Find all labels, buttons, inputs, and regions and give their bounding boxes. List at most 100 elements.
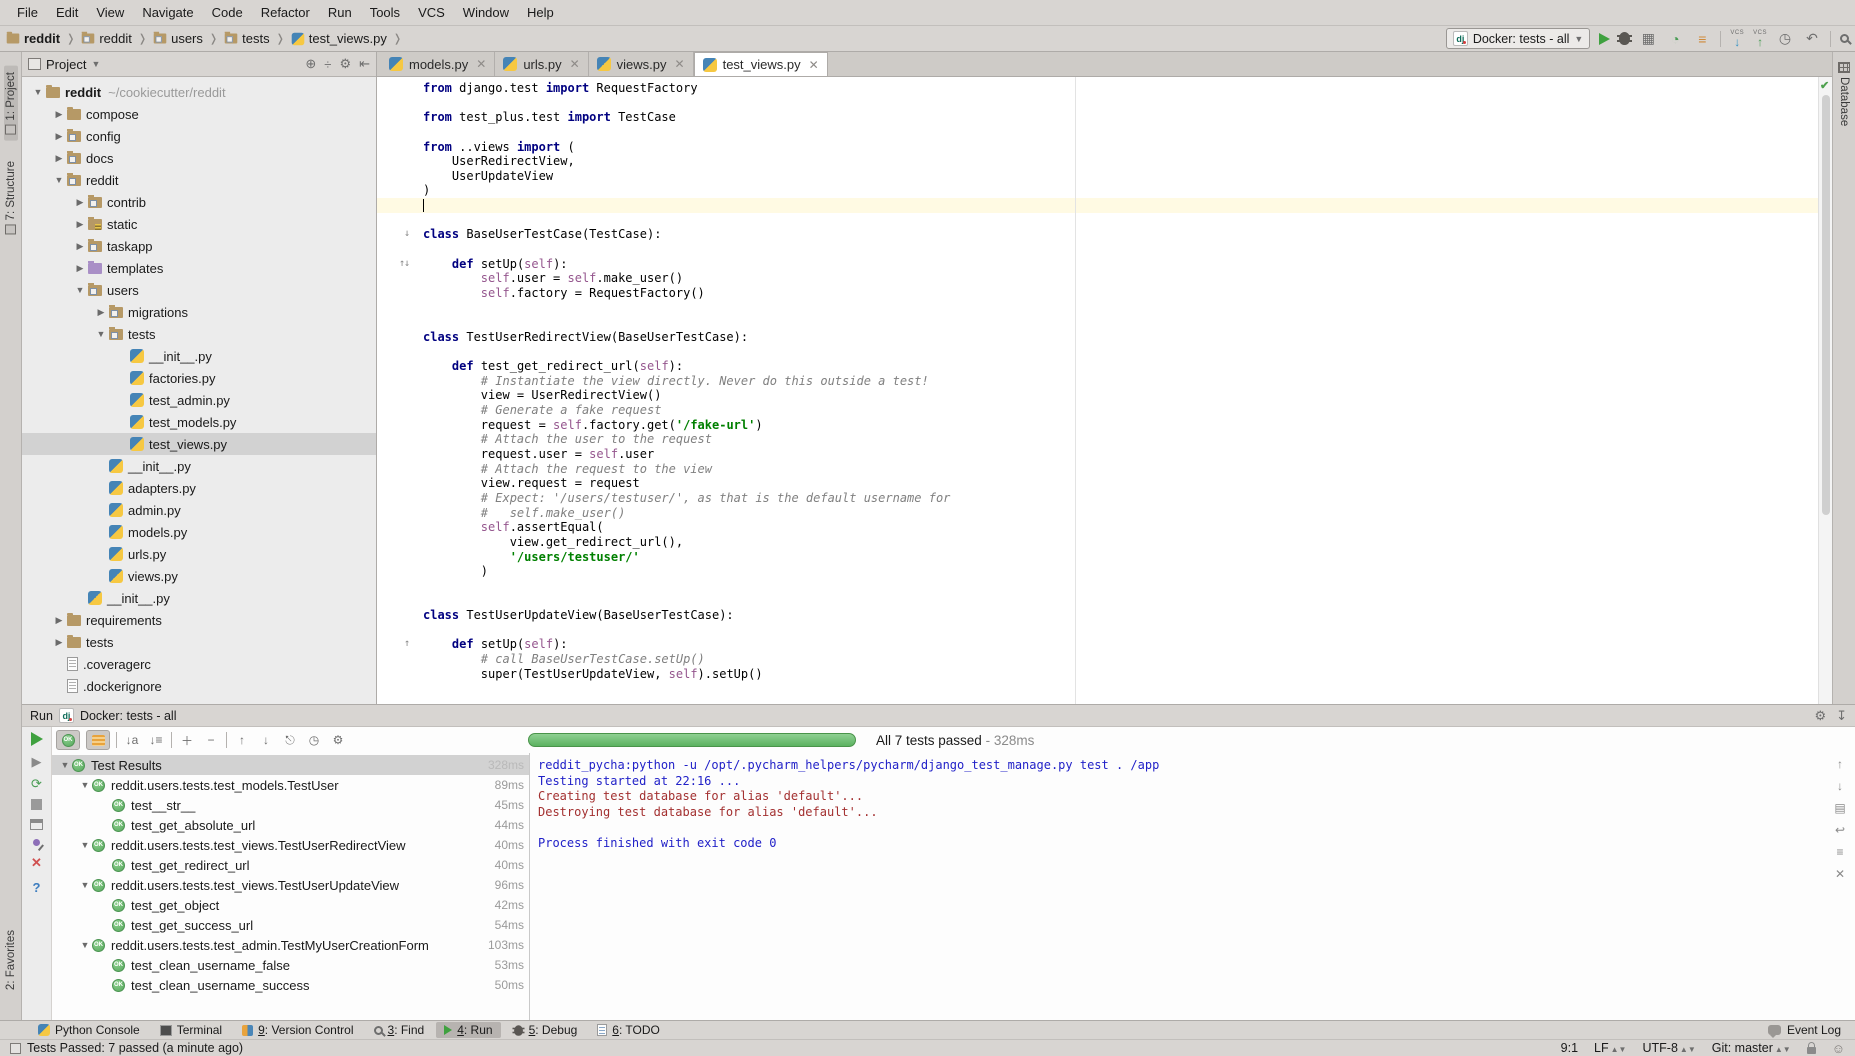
tree-expand-arrow[interactable]: ▶ (51, 615, 67, 626)
tree-item-contrib[interactable]: ▶contrib (22, 191, 376, 213)
test-result-test-clean-username-false[interactable]: OKtest_clean_username_false53ms (52, 955, 529, 975)
code-line-31[interactable]: self.assertEqual( (377, 520, 1818, 535)
soft-wrap-icon[interactable]: ↩ (1835, 823, 1845, 837)
code-line-20[interactable]: def test_get_redirect_url(self): (377, 359, 1818, 374)
tool-window-button-5-debug[interactable]: 5: Debug (505, 1022, 586, 1038)
close-icon[interactable]: ✕ (809, 58, 819, 72)
tree-collapse-arrow[interactable]: ▼ (51, 175, 67, 185)
line-separator-widget[interactable]: LF▲▼ (1594, 1041, 1626, 1055)
tab-views-py[interactable]: views.py✕ (589, 52, 694, 76)
tree-item--init-py[interactable]: __init__.py (22, 345, 376, 367)
previous-test-icon[interactable]: ↑ (233, 733, 251, 747)
search-everywhere-icon[interactable] (1840, 34, 1849, 43)
test-result-test-clean-username-success[interactable]: OKtest_clean_username_success50ms (52, 975, 529, 995)
test-result-reddit-users-tests-test-admin-testmyusercreationform[interactable]: ▼OKreddit.users.tests.test_admin.TestMyU… (52, 935, 529, 955)
tree-item-docs[interactable]: ▶docs (22, 147, 376, 169)
test-result-reddit-users-tests-test-views-testuserredirectview[interactable]: ▼OKreddit.users.tests.test_views.TestUse… (52, 835, 529, 855)
encoding-widget[interactable]: UTF-8▲▼ (1642, 1041, 1695, 1055)
toggle-toolwindows-icon[interactable] (10, 1043, 21, 1054)
menu-edit[interactable]: Edit (47, 5, 87, 20)
code-area[interactable]: from django.test import RequestFactoryfr… (377, 77, 1818, 704)
highlighting-level-icon[interactable]: ☺ (1832, 1041, 1845, 1056)
locate-file-icon[interactable]: ⊕ (305, 56, 316, 72)
test-result-reddit-users-tests-test-models-testuser[interactable]: ▼OKreddit.users.tests.test_models.TestUs… (52, 775, 529, 795)
run-coverage-button[interactable]: ▦ (1639, 30, 1657, 47)
caret-position[interactable]: 9:1 (1561, 1041, 1578, 1055)
tree-expand-arrow[interactable]: ▶ (72, 263, 88, 274)
code-line-3[interactable]: from test_plus.test import TestCase (377, 110, 1818, 125)
menu-navigate[interactable]: Navigate (133, 5, 202, 20)
breadcrumb-item[interactable]: test_views.py (291, 31, 387, 46)
tree-item-test-views-py[interactable]: test_views.py (22, 433, 376, 455)
tree-collapse-arrow[interactable]: ▼ (30, 87, 46, 97)
code-line-10[interactable] (377, 213, 1818, 228)
vcs-commit-button[interactable]: VCS↑ (1753, 30, 1767, 48)
test-result-test-results[interactable]: ▼OKTest Results328ms (52, 755, 529, 775)
rerun-failed-tests-icon[interactable]: ▶ (32, 755, 42, 768)
tree-item-compose[interactable]: ▶compose (22, 103, 376, 125)
stop-button[interactable] (31, 799, 42, 810)
undo-button[interactable]: ↶ (1803, 30, 1821, 47)
status-message[interactable]: Tests Passed: 7 passed (a minute ago) (27, 1041, 243, 1055)
hide-panel-icon[interactable]: ↧ (1836, 708, 1847, 724)
breadcrumb-item[interactable]: users (153, 31, 203, 46)
tree-collapse-arrow[interactable]: ▼ (72, 285, 88, 295)
menu-vcs[interactable]: VCS (409, 5, 454, 20)
close-icon[interactable]: ✕ (31, 855, 42, 871)
close-icon[interactable]: ✕ (570, 57, 580, 71)
code-line-29[interactable]: # Expect: '/users/testuser/', as that is… (377, 491, 1818, 506)
gear-icon[interactable]: ⚙ (1814, 708, 1826, 724)
tab-models-py[interactable]: models.py✕ (381, 52, 495, 76)
show-passed-toggle[interactable]: OK (56, 730, 80, 750)
tree-collapse-arrow[interactable]: ▼ (78, 880, 92, 890)
tree-item-models-py[interactable]: models.py (22, 521, 376, 543)
code-line-14[interactable]: self.user = self.make_user() (377, 271, 1818, 286)
event-log-button[interactable]: Event Log (1787, 1023, 1841, 1037)
menu-run[interactable]: Run (319, 5, 361, 20)
tree-item-tests[interactable]: ▼tests (22, 323, 376, 345)
tree-item-views-py[interactable]: views.py (22, 565, 376, 587)
tree-item-templates[interactable]: ▶templates (22, 257, 376, 279)
breadcrumb-item[interactable]: reddit (6, 31, 60, 46)
tree-item-test-models-py[interactable]: test_models.py (22, 411, 376, 433)
pin-tab-icon[interactable] (33, 839, 40, 846)
run-configuration-select[interactable]: dj Docker: tests - all ▼ (1446, 28, 1590, 49)
tree-expand-arrow[interactable]: ▶ (51, 637, 67, 648)
next-test-icon[interactable]: ↓ (257, 733, 275, 747)
code-line-34[interactable]: ) (377, 564, 1818, 579)
code-line-22[interactable]: view = UserRedirectView() (377, 388, 1818, 403)
menu-window[interactable]: Window (454, 5, 518, 20)
tree-item-taskapp[interactable]: ▶taskapp (22, 235, 376, 257)
tree-item-users[interactable]: ▼users (22, 279, 376, 301)
sort-by-duration-icon[interactable]: ↓≡ (147, 733, 165, 747)
collapse-all-icon[interactable]: − (202, 733, 220, 747)
menu-refactor[interactable]: Refactor (252, 5, 319, 20)
test-result-test-get-success-url[interactable]: OKtest_get_success_url54ms (52, 915, 529, 935)
code-line-36[interactable] (377, 593, 1818, 608)
code-line-41[interactable]: super(TestUserUpdateView, self).setUp() (377, 667, 1818, 682)
tree-item-factories-py[interactable]: factories.py (22, 367, 376, 389)
hide-panel-icon[interactable]: ⇤ (359, 56, 370, 72)
code-line-5[interactable]: from ..views import ( (377, 140, 1818, 155)
code-line-26[interactable]: request.user = self.user (377, 447, 1818, 462)
code-line-35[interactable] (377, 579, 1818, 594)
code-line-30[interactable]: # self.make_user() (377, 506, 1818, 521)
code-line-23[interactable]: # Generate a fake request (377, 403, 1818, 418)
debug-button[interactable] (1619, 32, 1630, 45)
tree-item-requirements[interactable]: ▶requirements (22, 609, 376, 631)
menu-code[interactable]: Code (203, 5, 252, 20)
code-line-11[interactable]: ↓class BaseUserTestCase(TestCase): (377, 227, 1818, 242)
run-dashboard-button[interactable]: ≡ (1693, 31, 1711, 47)
code-line-6[interactable]: UserRedirectView, (377, 154, 1818, 169)
run-button[interactable] (1599, 33, 1610, 45)
tree-item-migrations[interactable]: ▶migrations (22, 301, 376, 323)
code-line-2[interactable] (377, 96, 1818, 111)
tree-item-config[interactable]: ▶config (22, 125, 376, 147)
split-view-icon[interactable]: ▤ (1834, 801, 1845, 815)
scrollbar-thumb[interactable] (1822, 95, 1830, 515)
code-line-39[interactable]: ↑ def setUp(self): (377, 637, 1818, 652)
chevron-down-icon[interactable]: ▼ (91, 59, 100, 69)
code-line-25[interactable]: # Attach the user to the request (377, 432, 1818, 447)
expand-all-icon[interactable]: ＋ (178, 732, 196, 749)
tool-window-button-3-find[interactable]: 3: Find (366, 1022, 433, 1038)
